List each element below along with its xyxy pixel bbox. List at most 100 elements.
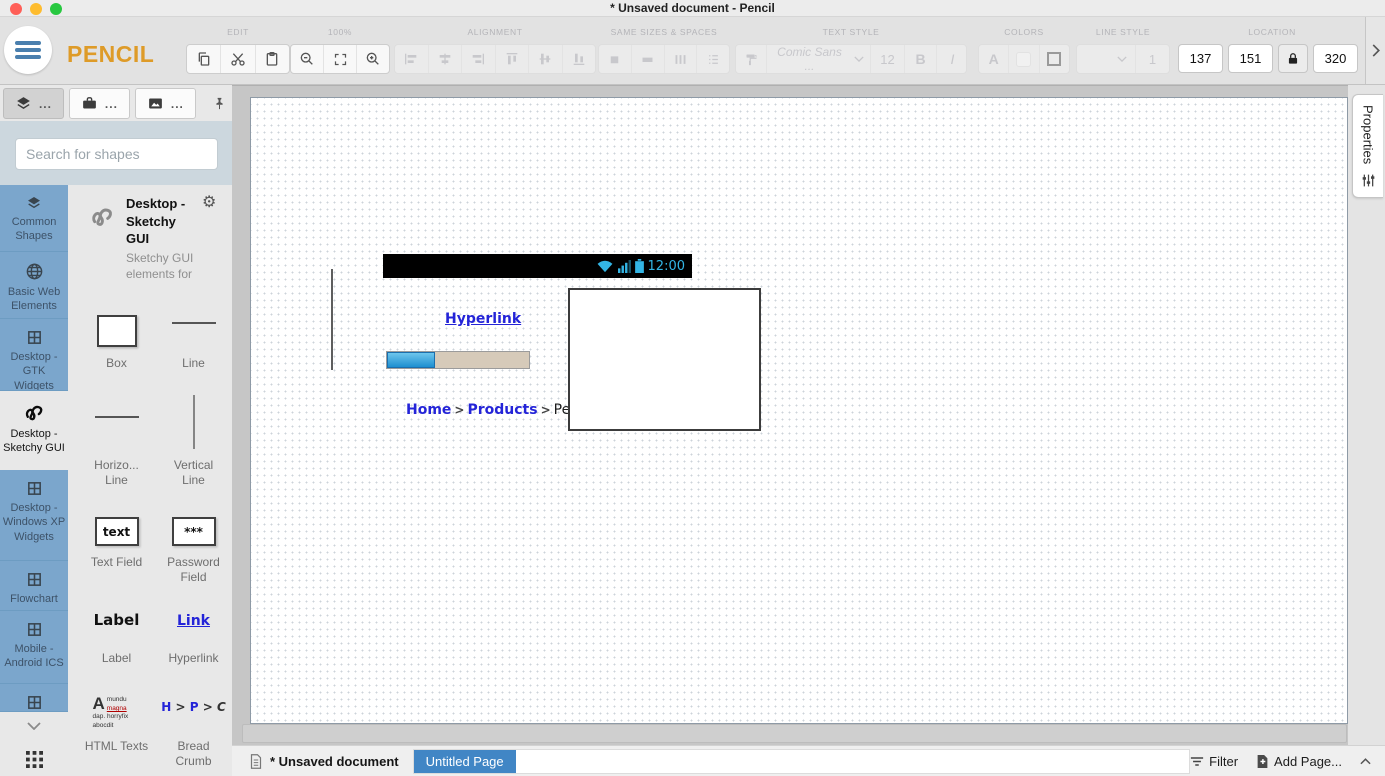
line-style-select[interactable] [1077,45,1135,73]
pin-icon [212,96,227,111]
android-status-bar-shape[interactable]: 12:00 [383,254,692,278]
vertical-line-shape[interactable] [331,269,333,370]
shape-box[interactable]: Box [78,299,155,371]
align-top-button[interactable] [495,45,529,73]
bread-crumb-preview: H > P > C [161,700,226,714]
align-left-button[interactable] [395,45,428,73]
box-shape[interactable] [568,288,761,431]
collection-basic-web-elements[interactable]: Basic Web Elements [0,252,68,319]
globe-icon [0,262,68,281]
window-title: * Unsaved document - Pencil [0,0,1385,17]
collection-flowchart[interactable]: Flowchart [0,561,68,611]
collection-desktop-winxp[interactable]: Desktop - Windows XP Widgets [0,470,68,561]
copy-button[interactable] [187,45,220,73]
zoom-in-icon [365,51,381,67]
zoom-window-button[interactable] [50,3,62,15]
filter-icon [1190,756,1204,767]
same-width-button[interactable] [599,45,631,73]
shape-line[interactable]: Line [155,299,232,371]
collection-partial[interactable] [0,684,68,712]
align-center-button[interactable] [428,45,462,73]
gear-icon[interactable]: ⚙ [202,195,226,248]
line-weight-input[interactable]: 1 [1135,45,1169,73]
shape-text-field[interactable]: text Text Field [78,504,155,585]
battery-icon [635,259,644,273]
paste-button[interactable] [255,45,289,73]
add-page-button[interactable]: Add Page... [1256,754,1342,769]
lock-ratio-button[interactable] [1278,44,1308,73]
section-label-text-style: TEXT STYLE [735,27,967,37]
toolbar-section-edit: EDIT [186,27,290,74]
properties-panel-tab[interactable]: Properties [1352,94,1383,198]
distribute-button[interactable] [696,45,729,73]
zoom-in-button[interactable] [356,45,389,73]
collection-common-shapes[interactable]: Common Shapes [0,185,68,252]
tab-tools[interactable]: ... [69,88,130,119]
stroke-color-button[interactable] [1039,45,1069,73]
progress-bar-shape[interactable] [386,351,530,369]
section-label-location: LOCATION [1178,27,1366,37]
shape-label[interactable]: Label Label [78,605,155,666]
same-height-button[interactable] [631,45,664,73]
wifi-icon [596,259,614,273]
all-collections-button[interactable] [26,751,43,768]
main-menu-button[interactable] [4,26,52,74]
bold-button[interactable]: B [904,45,936,73]
page-tab-untitled[interactable]: Untitled Page [414,750,516,773]
section-label-same-sizes: SAME SIZES & SPACES [598,27,730,37]
shape-search-input[interactable] [15,138,218,170]
same-spacing-button[interactable] [664,45,697,73]
tab-images[interactable]: ... [135,88,196,119]
align-bottom-button[interactable] [562,45,596,73]
palette-title: Desktop - Sketchy GUI [126,195,202,248]
image-icon [147,95,164,112]
canvas-page[interactable]: 12:00 Hyperlink Home>Products>Pencil [250,97,1348,724]
hyperlink-shape[interactable]: Hyperlink [445,311,521,327]
same-height-icon [640,52,655,67]
font-size-input[interactable]: 12 [870,45,904,73]
shape-hyperlink[interactable]: Link Hyperlink [155,605,232,666]
breadcrumb-shape[interactable]: Home>Products>Pencil [406,402,595,418]
tab-images-menu: ... [171,97,184,111]
cut-button[interactable] [220,45,254,73]
collections-scroll-down-button[interactable] [0,722,68,730]
horizontal-line-preview [95,416,139,418]
tab-shapes[interactable]: ... [3,88,64,119]
text-color-button[interactable]: A [979,45,1008,73]
format-painter-button[interactable] [736,45,766,73]
collection-desktop-gtk[interactable]: Desktop - GTK Widgets [0,319,68,391]
toolbar-section-location: LOCATION [1178,27,1366,73]
filter-button[interactable]: Filter [1190,754,1238,769]
shape-password-field[interactable]: *** Password Field [155,504,232,585]
canvas-viewport: 12:00 Hyperlink Home>Products>Pencil [232,85,1348,745]
status-bar-time: 12:00 [648,259,685,274]
italic-button[interactable]: I [936,45,967,73]
toolbar-expand-button[interactable] [1365,17,1385,84]
location-width-input[interactable] [1313,44,1358,73]
font-family-value: Comic Sans ... [773,45,846,73]
shape-html-texts[interactable]: Amundu magna dap. horryfix abocdit HTML … [78,684,155,769]
pin-sidebar-button[interactable] [207,88,232,119]
font-family-select[interactable]: Comic Sans ... [766,45,870,73]
stroke-color-icon [1047,52,1061,66]
collection-mobile-android[interactable]: Mobile - Android ICS [0,611,68,684]
location-x-input[interactable] [1178,44,1223,73]
location-y-input[interactable] [1228,44,1273,73]
fill-color-button[interactable] [1008,45,1038,73]
shape-vertical-line[interactable]: Vertical Line [155,385,232,488]
zoom-out-button[interactable] [291,45,323,73]
zoom-fit-button[interactable] [323,45,356,73]
align-right-button[interactable] [461,45,495,73]
same-width-icon [607,52,622,67]
shape-bread-crumb[interactable]: H > P > C Bread Crumb [155,684,232,769]
collection-desktop-sketchy[interactable]: Desktop - Sketchy GUI [0,391,68,470]
shape-horizontal-line[interactable]: Horizo... Line [78,385,155,488]
add-page-icon [1256,754,1269,769]
copy-icon [196,51,212,67]
horizontal-scrollbar[interactable] [242,724,1347,743]
close-window-button[interactable] [10,3,22,15]
collapse-pages-button[interactable] [1360,758,1371,765]
minimize-window-button[interactable] [30,3,42,15]
align-middle-button[interactable] [528,45,562,73]
signal-bars-icon [618,260,631,273]
